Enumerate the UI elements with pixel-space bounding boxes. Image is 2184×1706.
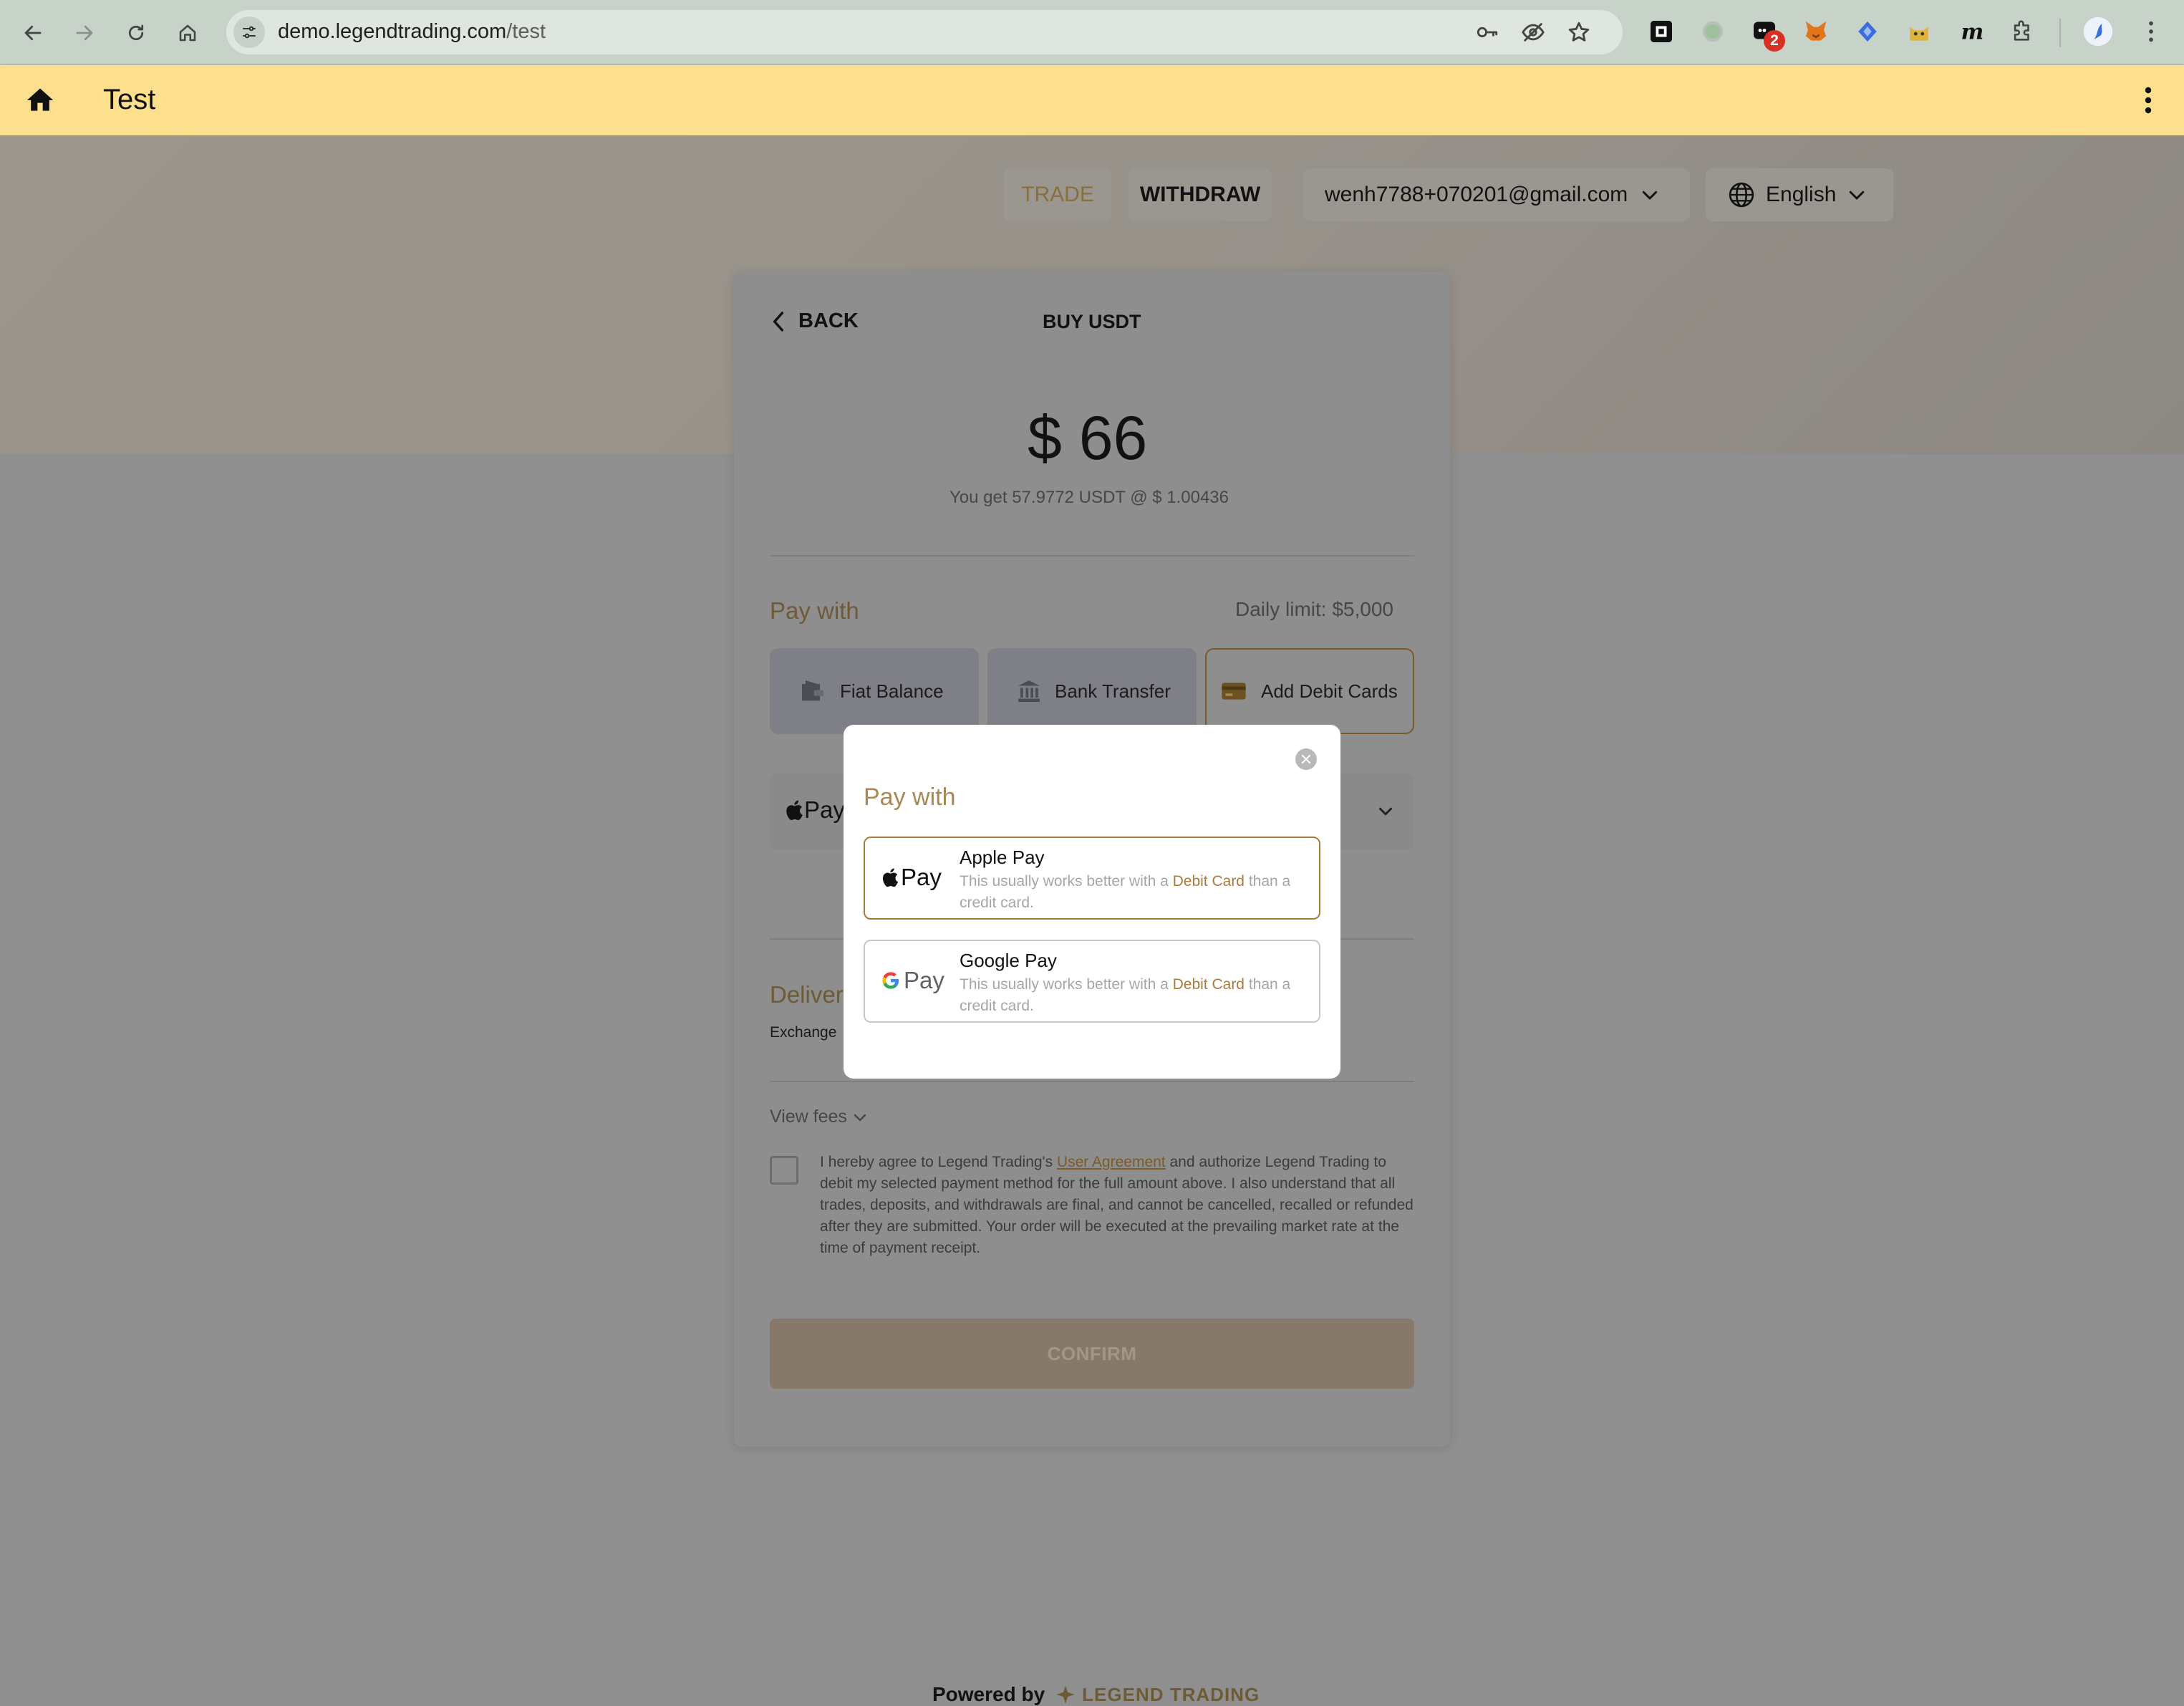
account-dropdown[interactable]: wenh7788+070201@gmail.com [1303, 168, 1690, 221]
chevron-down-icon [1375, 801, 1396, 826]
language-label: English [1766, 183, 1837, 206]
amount-display[interactable]: $ 66 [1028, 403, 1147, 474]
modal-title: Pay with [864, 784, 956, 811]
chevron-down-icon [1639, 184, 1661, 206]
option-name: Apple Pay [960, 847, 1045, 868]
wallet-icon [798, 677, 827, 705]
apple-pay-logo-text: Pay [901, 864, 942, 890]
option-label: Fiat Balance [840, 680, 944, 702]
extension-square-icon[interactable] [1646, 16, 1677, 47]
description-text: This usually works better with a [960, 873, 1173, 890]
credit-card-icon [1219, 677, 1248, 705]
agreement-checkbox[interactable] [770, 1156, 798, 1185]
agreement-text-pre: I hereby agree to Legend Trading's [820, 1154, 1057, 1170]
globe-icon [1727, 180, 1756, 209]
more-vert-icon[interactable] [2140, 85, 2157, 119]
apple-pay-option[interactable]: Pay Apple Pay This usually works better … [864, 837, 1320, 920]
pay-with-label: Pay with [770, 597, 859, 624]
google-pay-logo: Pay [881, 967, 944, 994]
powered-by-label: Powered by [932, 1683, 1045, 1705]
account-email: wenh7788+070201@gmail.com [1325, 183, 1628, 206]
brand-label: LEGEND TRADING [1082, 1683, 1260, 1705]
exchange-label: Exchange [770, 1024, 837, 1041]
card-title: BUY USDT [1043, 311, 1141, 332]
option-description: This usually works better with a Debit C… [960, 871, 1310, 914]
language-dropdown[interactable]: English [1706, 168, 1893, 221]
profile-avatar-icon[interactable] [2082, 16, 2114, 47]
extensions-puzzle-icon[interactable] [2006, 16, 2038, 47]
metamask-fox-icon[interactable] [1800, 16, 1832, 47]
extension-circle-icon[interactable] [1697, 16, 1729, 47]
back-label: BACK [798, 309, 859, 332]
apple-pay-logo: Pay [881, 864, 942, 891]
back-arrow-icon[interactable] [13, 13, 53, 53]
powered-by-footer: Powered by LEGEND TRADING [932, 1683, 1260, 1706]
daily-limit: Daily limit: $5,000 [1235, 598, 1393, 620]
extension-m-icon[interactable]: m [1955, 16, 1986, 47]
chevron-down-icon [1846, 184, 1867, 206]
chevron-left-icon [770, 310, 787, 333]
url-text: demo.legendtrading.com/test [278, 20, 546, 43]
quote-text: You get 57.9772 USDT @ $ 1.00436 [950, 488, 1229, 507]
reload-icon[interactable] [116, 13, 156, 53]
option-name: Google Pay [960, 950, 1057, 971]
trade-button[interactable]: TRADE [1004, 168, 1111, 221]
page-title: Test [103, 84, 156, 115]
eye-off-icon[interactable] [1521, 20, 1545, 44]
fiat-balance-option[interactable]: Fiat Balance [770, 648, 979, 734]
google-pay-logo-text: Pay [904, 967, 944, 993]
legend-trading-logo: LEGEND TRADING [1055, 1684, 1260, 1706]
google-pay-option[interactable]: Pay Google Pay This usually works better… [864, 940, 1320, 1023]
option-label: Add Debit Cards [1261, 680, 1398, 702]
back-button[interactable]: BACK [770, 309, 859, 333]
add-debit-cards-option[interactable]: Add Debit Cards [1205, 648, 1414, 734]
confirm-button[interactable]: CONFIRM [770, 1319, 1414, 1389]
debit-card-highlight: Debit Card [1172, 976, 1245, 993]
chevron-down-icon [851, 1109, 869, 1126]
apple-pay-logo: Pay [784, 796, 845, 824]
option-label: Bank Transfer [1055, 680, 1171, 702]
bank-icon [1016, 678, 1042, 704]
address-bar[interactable]: demo.legendtrading.com/test [226, 10, 1623, 54]
toolbar-divider [2059, 19, 2061, 47]
user-agreement-link[interactable]: User Agreement [1057, 1154, 1166, 1170]
description-text: This usually works better with a [960, 976, 1173, 993]
browser-menu-icon[interactable] [2135, 16, 2167, 47]
bank-transfer-option[interactable]: Bank Transfer [987, 648, 1197, 734]
agreement-text: I hereby agree to Legend Trading's User … [820, 1152, 1416, 1259]
svg-text:m: m [1961, 20, 1984, 45]
home-icon[interactable] [24, 85, 56, 120]
home-icon[interactable] [168, 13, 208, 53]
divider [770, 555, 1414, 556]
app-bar: Test [0, 65, 2184, 135]
delivery-label: Deliver [770, 981, 844, 1008]
extension-cat-icon[interactable] [1903, 16, 1935, 47]
extension-blue-icon[interactable] [1852, 16, 1883, 47]
browser-toolbar: demo.legendtrading.com/test 2 m [0, 0, 2184, 65]
debit-card-highlight: Debit Card [1172, 873, 1245, 890]
extension-badge: 2 [1764, 30, 1785, 52]
option-description: This usually works better with a Debit C… [960, 974, 1310, 1017]
password-key-icon[interactable] [1475, 20, 1499, 44]
site-settings-icon[interactable] [233, 16, 265, 48]
wallet-label: Pay [804, 796, 845, 823]
bookmark-star-icon[interactable] [1567, 20, 1591, 44]
close-icon[interactable] [1295, 748, 1317, 770]
view-fees-label: View fees [770, 1107, 847, 1127]
forward-arrow-icon[interactable] [64, 13, 105, 53]
withdraw-button[interactable]: WITHDRAW [1129, 168, 1272, 221]
divider [770, 1081, 1414, 1082]
view-fees-toggle[interactable]: View fees [770, 1107, 869, 1127]
